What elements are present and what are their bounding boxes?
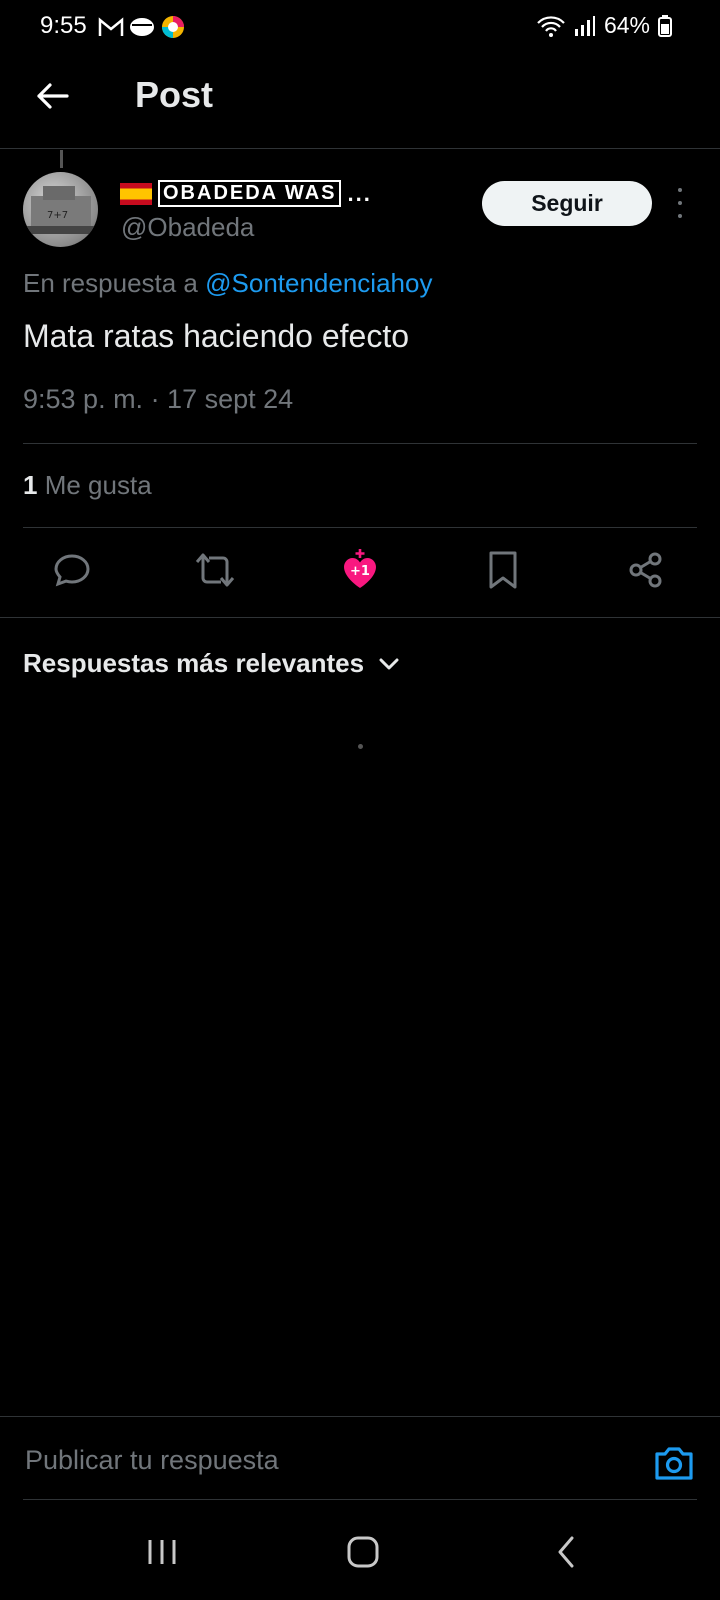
- stats-divider-bottom: [23, 527, 697, 528]
- share-button[interactable]: [616, 540, 676, 600]
- likes-label: Me gusta: [44, 470, 152, 500]
- page-title: Post: [135, 74, 214, 115]
- share-icon: [629, 552, 662, 588]
- camera-button[interactable]: [653, 1442, 695, 1484]
- reply-context: En respuesta a @Sontendenciahoy: [23, 268, 432, 299]
- signal-icon: [574, 15, 595, 36]
- wifi-icon: [537, 15, 565, 37]
- reply-icon: [54, 554, 90, 587]
- status-indicators: 64%: [536, 12, 672, 39]
- battery-icon: [658, 14, 672, 37]
- post-text: Mata ratas haciendo efecto: [23, 318, 410, 354]
- battery-percent: 64%: [603, 12, 650, 38]
- home-icon: [347, 1536, 379, 1568]
- chevron-left-icon: [558, 1536, 574, 1568]
- composer-divider-top: [0, 1416, 720, 1417]
- thread-line: [60, 150, 63, 168]
- notification-icons: [98, 14, 186, 40]
- recent-apps-icon: [148, 1540, 176, 1564]
- avatar[interactable]: 7+7: [23, 172, 98, 247]
- home-button[interactable]: [333, 1522, 393, 1582]
- action-bar: +1: [0, 540, 720, 600]
- author-name[interactable]: OBADEDA WAS ...: [120, 180, 372, 207]
- loading-indicator: [358, 744, 363, 749]
- back-button[interactable]: [30, 74, 74, 118]
- arrow-left-icon: [37, 83, 69, 109]
- retweet-icon: [195, 553, 235, 587]
- reply-to-link[interactable]: @Sontendenciahoy: [205, 268, 432, 298]
- like-icon: +1: [344, 549, 376, 588]
- gmail-icon: [98, 17, 124, 36]
- reply-prefix: En respuesta a: [23, 268, 198, 298]
- status-time: 9:55: [40, 12, 87, 39]
- author-display-name: OBADEDA WAS: [158, 180, 342, 207]
- like-badge: +1: [350, 564, 370, 579]
- follow-button[interactable]: Seguir: [482, 181, 652, 226]
- spain-flag-icon: [120, 182, 152, 205]
- more-dot-icon: [678, 201, 682, 205]
- chevron-down-icon: [379, 658, 399, 669]
- replies-sort-label: Respuestas más relevantes: [23, 648, 365, 678]
- composer-divider-bottom: [23, 1499, 697, 1500]
- reply-button[interactable]: [42, 540, 102, 600]
- like-button[interactable]: +1: [330, 540, 390, 600]
- reply-input[interactable]: [23, 1444, 627, 1477]
- likes-count: 1: [23, 470, 38, 500]
- author-handle[interactable]: @Obadeda: [121, 212, 254, 243]
- actions-divider: [0, 617, 720, 618]
- app-notification-icon: [130, 18, 154, 36]
- bookmark-icon: [489, 551, 517, 589]
- header-divider: [0, 148, 720, 149]
- likes-stat[interactable]: 1 Me gusta: [23, 470, 152, 501]
- avatar-image: 7+7: [27, 186, 95, 234]
- recent-apps-button[interactable]: [132, 1522, 192, 1582]
- retweet-button[interactable]: [185, 540, 245, 600]
- more-options-button[interactable]: [670, 188, 690, 218]
- browser-notification-icon: [162, 16, 184, 38]
- system-back-button[interactable]: [536, 1522, 596, 1582]
- system-navigation-bar: [0, 1522, 720, 1592]
- stats-divider-top: [23, 443, 697, 444]
- replies-sort-dropdown[interactable]: Respuestas más relevantes: [23, 648, 400, 679]
- post-timestamp[interactable]: 9:53 p. m. · 17 sept 24: [23, 384, 293, 415]
- svg-text:7+7: 7+7: [47, 210, 68, 221]
- more-dot-icon: [678, 214, 682, 218]
- more-dot-icon: [678, 188, 682, 192]
- name-ellipsis: ...: [347, 180, 372, 206]
- camera-icon: [655, 1447, 693, 1480]
- bookmark-button[interactable]: [473, 540, 533, 600]
